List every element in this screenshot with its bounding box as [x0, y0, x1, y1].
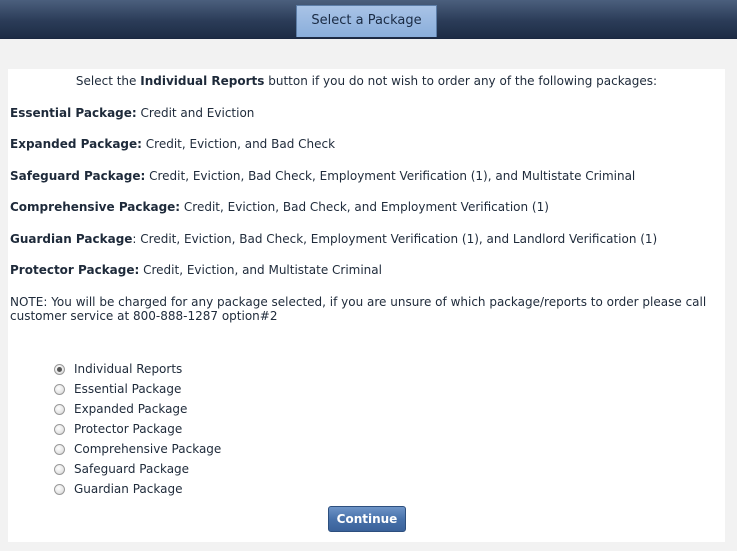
- package-description: Guardian Package: Credit, Eviction, Bad …: [10, 231, 657, 247]
- intro-bold: Individual Reports: [140, 74, 265, 88]
- radio-option-comprehensive-package[interactable]: Comprehensive Package: [54, 440, 221, 458]
- radio-button[interactable]: [54, 463, 65, 475]
- package-description: Comprehensive Package: Credit, Eviction,…: [10, 199, 549, 215]
- package-desc: : Credit, Eviction, Bad Check, Employmen…: [132, 232, 658, 246]
- radio-option-expanded-package[interactable]: Expanded Package: [54, 400, 187, 418]
- radio-button[interactable]: [54, 423, 65, 435]
- radio-option-guardian-package[interactable]: Guardian Package: [54, 480, 182, 498]
- radio-option-safeguard-package[interactable]: Safeguard Package: [54, 460, 189, 478]
- radio-option-individual-reports[interactable]: Individual Reports: [54, 360, 182, 378]
- continue-button[interactable]: Continue: [328, 506, 406, 532]
- intro-text: Select the Individual Reports button if …: [8, 73, 725, 89]
- package-description: Safeguard Package: Credit, Eviction, Bad…: [10, 168, 635, 184]
- package-name: Comprehensive Package:: [10, 200, 181, 214]
- content-panel: Select the Individual Reports button if …: [8, 69, 725, 542]
- radio-label[interactable]: Essential Package: [74, 382, 181, 396]
- note-text: NOTE: You will be charged for any packag…: [10, 295, 707, 323]
- radio-button[interactable]: [54, 483, 65, 495]
- package-desc: Credit, Eviction, and Bad Check: [141, 137, 336, 151]
- package-name: Safeguard Package:: [10, 169, 146, 183]
- intro-prefix: Select the: [75, 74, 141, 88]
- radio-button[interactable]: [54, 443, 65, 455]
- package-name: Protector Package:: [10, 263, 140, 277]
- package-description: Protector Package: Credit, Eviction, and…: [10, 262, 382, 278]
- tab-select-a-package[interactable]: Select a Package: [296, 5, 437, 37]
- radio-label[interactable]: Safeguard Package: [74, 462, 189, 476]
- package-description: Essential Package: Credit and Eviction: [10, 105, 254, 121]
- radio-label[interactable]: Protector Package: [74, 422, 182, 436]
- radio-label[interactable]: Individual Reports: [74, 362, 182, 376]
- package-name: Essential Package:: [10, 106, 137, 120]
- radio-option-protector-package[interactable]: Protector Package: [54, 420, 182, 438]
- package-desc: Credit, Eviction, Bad Check, Employment …: [145, 169, 636, 183]
- radio-label[interactable]: Expanded Package: [74, 402, 187, 416]
- package-name: Expanded Package:: [10, 137, 142, 151]
- radio-button[interactable]: [54, 403, 65, 415]
- radio-button[interactable]: [54, 383, 65, 395]
- package-desc: Credit, Eviction, Bad Check, and Employm…: [180, 200, 549, 214]
- intro-suffix: button if you do not wish to order any o…: [264, 74, 658, 88]
- package-description: Expanded Package: Credit, Eviction, and …: [10, 136, 335, 152]
- package-desc: Credit and Eviction: [136, 106, 255, 120]
- radio-option-essential-package[interactable]: Essential Package: [54, 380, 181, 398]
- package-desc: Credit, Eviction, and Multistate Crimina…: [139, 263, 382, 277]
- package-name: Guardian Package: [10, 232, 133, 246]
- radio-label[interactable]: Guardian Package: [74, 482, 182, 496]
- header-bar: Select a Package: [0, 0, 737, 39]
- radio-button[interactable]: [54, 363, 65, 375]
- radio-label[interactable]: Comprehensive Package: [74, 442, 221, 456]
